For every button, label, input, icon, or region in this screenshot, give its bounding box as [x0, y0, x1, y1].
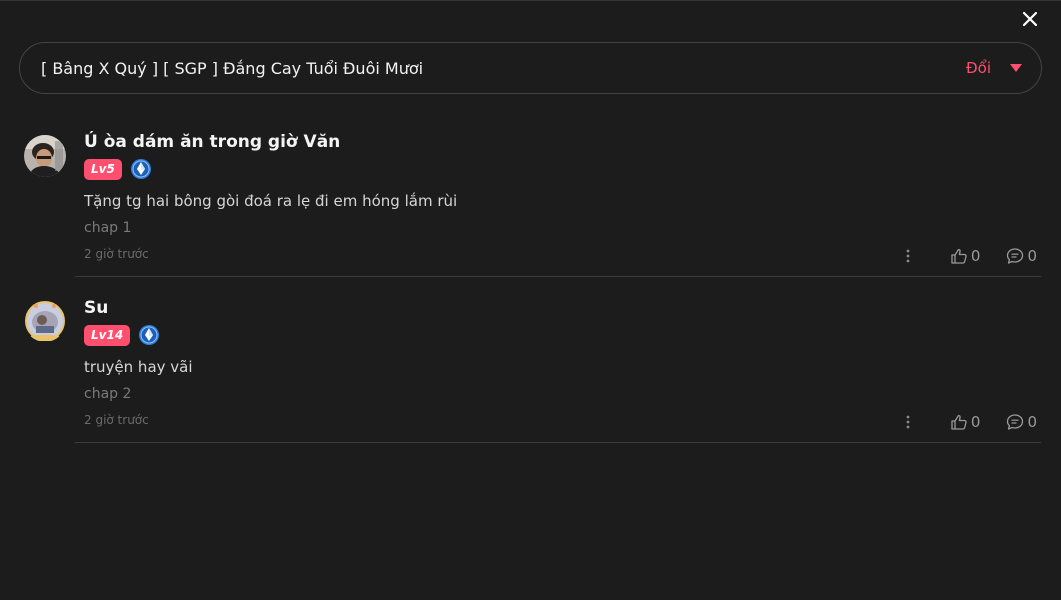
diamond-badge-icon [139, 325, 160, 345]
reply-button[interactable]: 0 [1006, 247, 1037, 265]
more-options-icon[interactable] [906, 249, 910, 263]
divider [75, 442, 1041, 443]
divider [75, 276, 1041, 277]
story-selector[interactable]: [ Bâng X Quý ] [ SGP ] Đắng Cay Tuổi Đuô… [19, 42, 1042, 94]
reply-count: 0 [1027, 247, 1037, 265]
timestamp: 2 giờ trước [84, 247, 149, 261]
chapter-label[interactable]: chap 1 [84, 218, 1037, 238]
story-title: [ Bâng X Quý ] [ SGP ] Đắng Cay Tuổi Đuô… [41, 58, 424, 78]
like-count: 0 [970, 247, 981, 265]
thumbs-up-icon [951, 248, 967, 264]
user-avatar-icon [24, 300, 66, 342]
timestamp: 2 giờ trước [84, 413, 149, 427]
like-button[interactable]: 0 [950, 413, 981, 431]
comment-author[interactable]: Ú òa dám ăn trong giờ Văn [84, 132, 1037, 152]
comments-panel: [ Bâng X Quý ] [ SGP ] Đắng Cay Tuổi Đuô… [0, 0, 1061, 600]
level-badge: Lv5 [84, 158, 122, 180]
close-button[interactable] [1021, 10, 1039, 28]
change-story-button[interactable]: Đổi [966, 59, 991, 77]
thumbs-up-icon [951, 414, 967, 430]
user-avatar-icon [24, 135, 66, 177]
chevron-down-icon[interactable] [1009, 63, 1023, 73]
like-button[interactable]: 0 [950, 247, 981, 265]
avatar[interactable] [24, 135, 66, 177]
comment-text: Tặng tg hai bông gòi đoá ra lẹ đi em hón… [84, 192, 458, 210]
chapter-label[interactable]: chap 2 [84, 384, 1037, 404]
reply-count: 0 [1027, 413, 1037, 431]
level-badge: Lv14 [84, 324, 131, 346]
diamond-badge-icon [130, 159, 151, 179]
reply-button[interactable]: 0 [1006, 413, 1037, 431]
avatar[interactable] [24, 300, 66, 342]
comment-author[interactable]: Su [84, 298, 1037, 318]
comment-bubble-icon [1007, 414, 1024, 430]
comment-bubble-icon [1007, 248, 1024, 264]
more-options-icon[interactable] [906, 415, 910, 429]
comment-text: truyện hay vãi [84, 358, 193, 376]
close-icon [1022, 11, 1038, 27]
like-count: 0 [970, 413, 981, 431]
